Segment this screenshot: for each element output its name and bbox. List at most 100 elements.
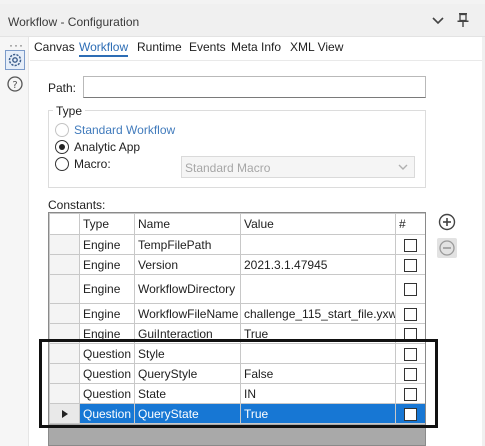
row-header[interactable] [49,363,80,384]
macro-type-value: Standard Macro [185,161,271,175]
row-header[interactable] [49,343,80,364]
cell-number-checkbox[interactable] [395,323,425,344]
path-input[interactable] [83,76,426,98]
chevron-down-icon [398,164,408,170]
triangle-right-icon [61,410,68,419]
tab-events[interactable]: Events [189,40,226,54]
remove-constant-button[interactable] [437,238,457,258]
cell-name[interactable]: State [134,383,241,404]
cell-type[interactable]: Question [79,403,135,424]
checkbox[interactable] [404,347,417,361]
row-header[interactable] [49,323,80,344]
cell-type[interactable]: Engine [79,323,135,344]
gear-icon[interactable] [5,50,25,70]
cell-type[interactable]: Engine [79,303,135,324]
minus-circle-icon [439,240,455,256]
cell-type[interactable]: Engine [79,234,135,255]
cell-value[interactable]: False [240,363,396,384]
table-row[interactable]: Engine WorkflowDirectory [49,274,425,304]
row-header-corner [49,213,80,235]
row-header[interactable] [49,383,80,404]
tab-canvas[interactable]: Canvas [34,40,75,54]
radio-analytic-app[interactable] [55,140,69,154]
cell-value[interactable] [240,274,396,304]
column-header-value[interactable]: Value [240,213,396,235]
cell-type[interactable]: Engine [79,274,135,304]
checkbox[interactable] [404,327,417,341]
table-row[interactable]: Question State IN [49,383,425,404]
checkbox[interactable] [404,283,417,297]
cell-value[interactable]: 2021.3.1.47945 [240,254,396,275]
cell-type[interactable]: Question [79,383,135,404]
cell-type[interactable]: Question [79,363,135,384]
cell-number-checkbox[interactable] [395,403,425,424]
checkbox[interactable] [404,307,417,321]
svg-text:?: ? [12,80,17,91]
checkbox[interactable] [404,367,417,381]
cell-value[interactable]: True [240,323,396,344]
cell-number-checkbox[interactable] [395,383,425,404]
cell-number-checkbox[interactable] [395,303,425,324]
cell-name[interactable]: TempFilePath [134,234,241,255]
cell-value[interactable] [240,343,396,364]
tab-meta-info[interactable]: Meta Info [231,40,281,54]
more-dots-icon[interactable]: ··· [9,39,24,51]
table-header-row: Type Name Value # [49,213,425,235]
table-row[interactable]: Engine WorkflowFileName challenge_115_st… [49,303,425,324]
cell-name[interactable]: GuiInteraction [134,323,241,344]
title-bar: Workflow - Configuration [0,4,485,37]
cell-name[interactable]: QueryStyle [134,363,241,384]
constants-label: Constants: [48,198,106,212]
chevron-down-icon[interactable] [430,12,446,28]
radio-standard-workflow[interactable] [55,123,69,137]
tab-workflow[interactable]: Workflow [79,40,129,57]
cell-name[interactable]: QueryState [134,403,241,424]
macro-type-select[interactable]: Standard Macro [181,156,415,178]
radio-standard-workflow-label: Standard Workflow [74,123,176,137]
table-row[interactable]: Engine GuiInteraction True [49,323,425,344]
cell-name[interactable]: Style [134,343,241,364]
cell-value[interactable]: challenge_115_start_file.yxwz [240,303,396,324]
checkbox[interactable] [404,387,417,401]
checkbox[interactable] [404,238,417,252]
cell-type[interactable]: Question [79,343,135,364]
cell-number-checkbox[interactable] [395,234,425,255]
side-toolbar: ··· ? [0,37,29,446]
cell-number-checkbox[interactable] [395,363,425,384]
row-header[interactable] [49,303,80,324]
row-header[interactable] [49,234,80,255]
cell-number-checkbox[interactable] [395,254,425,275]
constants-grid[interactable]: Type Name Value # Engine TempFilePath En… [48,212,426,446]
table-row[interactable]: Question Style [49,343,425,364]
cell-name[interactable]: WorkflowFileName [134,303,241,324]
radio-macro[interactable] [55,157,69,171]
row-header[interactable] [49,403,80,424]
row-header[interactable] [49,254,80,275]
cell-value[interactable]: IN [240,383,396,404]
add-constant-button[interactable] [437,212,457,232]
cell-number-checkbox[interactable] [395,343,425,364]
tab-runtime[interactable]: Runtime [137,40,182,54]
help-icon[interactable]: ? [5,75,25,95]
path-label: Path: [48,81,77,95]
table-row[interactable]: Question QueryStyle False [49,363,425,384]
cell-value[interactable]: True [240,403,396,424]
tab-divider [30,60,485,61]
cell-number-checkbox[interactable] [395,274,425,304]
checkbox[interactable] [404,258,417,272]
cell-name[interactable]: Version [134,254,241,275]
window-title: Workflow - Configuration [8,15,140,29]
table-row[interactable]: Engine TempFilePath [49,234,425,255]
column-header-type[interactable]: Type [79,213,135,235]
checkbox[interactable] [404,407,417,421]
cell-name[interactable]: WorkflowDirectory [134,274,241,304]
tab-xml-view[interactable]: XML View [290,40,343,54]
pin-icon[interactable] [455,12,471,28]
row-header[interactable] [49,274,80,304]
table-row-selected[interactable]: Question QueryState True [49,403,425,424]
cell-value[interactable] [240,234,396,255]
cell-type[interactable]: Engine [79,254,135,275]
column-header-hash[interactable]: # [395,213,425,235]
column-header-name[interactable]: Name [134,213,241,235]
table-row[interactable]: Engine Version 2021.3.1.47945 [49,254,425,275]
